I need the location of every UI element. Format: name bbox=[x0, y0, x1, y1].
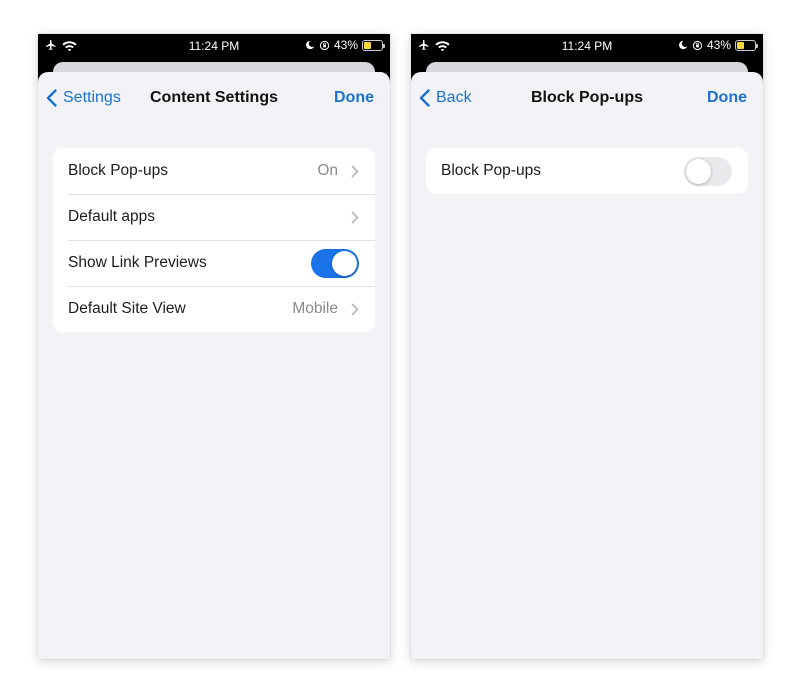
row-label: Default Site View bbox=[68, 300, 186, 317]
phone-screen-block-popups: 11:24 PM 43% Back Block Pop-ups Done Blo… bbox=[411, 34, 763, 659]
status-right: 43% bbox=[305, 38, 385, 52]
link-previews-toggle[interactable] bbox=[311, 248, 359, 278]
status-bar: 11:24 PM 43% bbox=[38, 34, 390, 58]
battery-percent: 43% bbox=[333, 38, 358, 52]
row-block-popups: Block Pop-ups bbox=[426, 148, 748, 194]
orientation-lock-icon bbox=[692, 40, 703, 50]
row-show-link-previews: Show Link Previews bbox=[53, 240, 375, 286]
row-label: Default apps bbox=[68, 208, 156, 225]
battery-icon bbox=[362, 39, 385, 51]
content-sheet: Back Block Pop-ups Done Block Pop-ups bbox=[411, 72, 763, 659]
chevron-right-icon bbox=[351, 303, 359, 315]
toggle-knob bbox=[686, 158, 711, 184]
row-label: Block Pop-ups bbox=[441, 162, 541, 179]
moon-icon bbox=[306, 40, 315, 50]
row-default-site-view[interactable]: Default Site View Mobile bbox=[53, 286, 375, 332]
settings-group: Block Pop-ups bbox=[426, 148, 748, 194]
navigation-bar: Settings Content Settings Done bbox=[38, 72, 390, 124]
orientation-lock-icon bbox=[319, 40, 330, 50]
phone-screen-content-settings: 11:24 PM 43% Settings Content Settings D… bbox=[38, 34, 390, 659]
status-bar: 11:24 PM 43% bbox=[411, 34, 763, 58]
row-value: Mobile bbox=[292, 300, 338, 317]
status-right: 43% bbox=[678, 38, 758, 52]
battery-icon bbox=[735, 39, 758, 51]
battery-fill bbox=[737, 41, 744, 49]
moon-icon bbox=[679, 40, 688, 50]
settings-group: Block Pop-ups On Default apps Show Link … bbox=[53, 148, 375, 332]
chevron-right-icon bbox=[351, 165, 359, 177]
block-popups-toggle[interactable] bbox=[684, 156, 732, 186]
row-default-apps[interactable]: Default apps bbox=[53, 194, 375, 240]
row-label: Block Pop-ups bbox=[68, 162, 168, 179]
row-block-popups[interactable]: Block Pop-ups On bbox=[53, 148, 375, 194]
battery-fill bbox=[364, 41, 371, 49]
done-button[interactable]: Done bbox=[334, 89, 374, 107]
content-sheet: Settings Content Settings Done Block Pop… bbox=[38, 72, 390, 659]
chevron-right-icon bbox=[351, 211, 359, 223]
toggle-knob bbox=[332, 250, 357, 276]
row-label: Show Link Previews bbox=[68, 254, 207, 271]
done-button[interactable]: Done bbox=[707, 89, 747, 107]
row-value: On bbox=[317, 162, 338, 179]
battery-percent: 43% bbox=[706, 38, 731, 52]
navigation-bar: Back Block Pop-ups Done bbox=[411, 72, 763, 124]
